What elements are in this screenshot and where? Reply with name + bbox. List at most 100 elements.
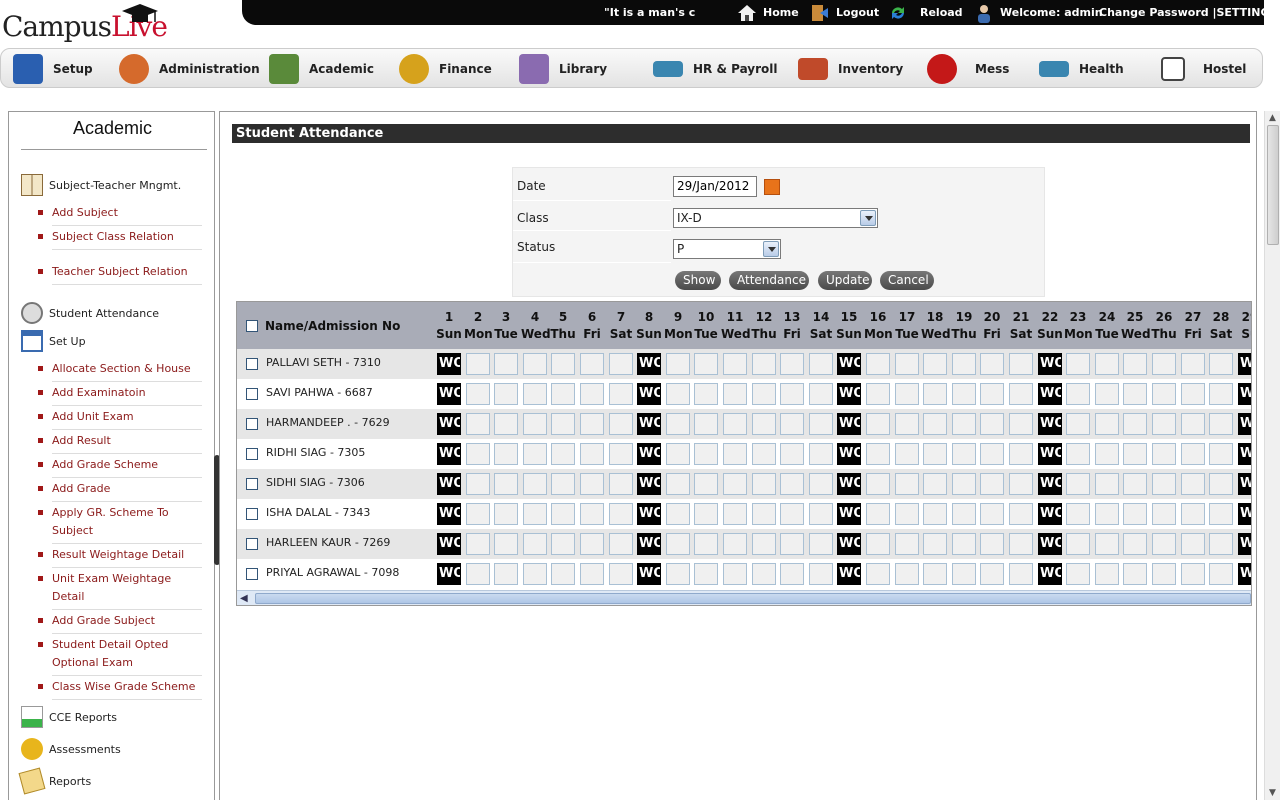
attendance-cell[interactable] bbox=[1181, 383, 1205, 405]
attendance-cell[interactable] bbox=[723, 443, 747, 465]
attendance-cell[interactable] bbox=[1152, 533, 1176, 555]
attendance-cell[interactable] bbox=[1209, 563, 1233, 585]
sidebar-link-add-grade-subject[interactable]: Add Grade Subject bbox=[38, 612, 202, 634]
attendance-cell[interactable] bbox=[666, 473, 690, 495]
select-all-checkbox[interactable] bbox=[246, 320, 258, 332]
attendance-cell[interactable] bbox=[1181, 503, 1205, 525]
attendance-cell[interactable] bbox=[780, 533, 804, 555]
attendance-cell[interactable] bbox=[1181, 443, 1205, 465]
attendance-cell[interactable] bbox=[895, 503, 919, 525]
attendance-cell[interactable] bbox=[809, 443, 833, 465]
attendance-cell[interactable] bbox=[809, 353, 833, 375]
attendance-cell[interactable] bbox=[980, 563, 1004, 585]
attendance-cell[interactable] bbox=[466, 563, 490, 585]
sidebar-link-add-grade-scheme[interactable]: Add Grade Scheme bbox=[38, 456, 202, 478]
attendance-cell[interactable] bbox=[466, 503, 490, 525]
sidebar-link-add-unit-exam[interactable]: Add Unit Exam bbox=[38, 408, 202, 430]
sidebar-section-subject-teacher[interactable]: Subject-Teacher Mngmt. bbox=[21, 174, 181, 196]
attendance-cell[interactable] bbox=[780, 353, 804, 375]
attendance-cell[interactable] bbox=[780, 443, 804, 465]
attendance-cell[interactable] bbox=[1209, 413, 1233, 435]
sidebar-link-class-wise-grade[interactable]: Class Wise Grade Scheme bbox=[38, 678, 202, 700]
attendance-cell[interactable] bbox=[1095, 563, 1119, 585]
attendance-cell[interactable] bbox=[1123, 353, 1147, 375]
attendance-cell[interactable] bbox=[494, 413, 518, 435]
student-checkbox[interactable] bbox=[246, 448, 258, 460]
attendance-cell[interactable] bbox=[466, 413, 490, 435]
attendance-cell[interactable] bbox=[1181, 473, 1205, 495]
attendance-cell[interactable] bbox=[494, 353, 518, 375]
attendance-cell[interactable] bbox=[609, 473, 633, 495]
attendance-cell[interactable] bbox=[694, 563, 718, 585]
attendance-cell[interactable] bbox=[723, 533, 747, 555]
attendance-cell[interactable] bbox=[466, 473, 490, 495]
attendance-cell[interactable] bbox=[752, 383, 776, 405]
attendance-cell[interactable] bbox=[523, 443, 547, 465]
attendance-cell[interactable] bbox=[523, 383, 547, 405]
attendance-cell[interactable] bbox=[609, 353, 633, 375]
nav-hostel[interactable]: Hostel bbox=[1161, 49, 1246, 89]
student-checkbox[interactable] bbox=[246, 418, 258, 430]
sidebar-section-cce-reports[interactable]: CCE Reports bbox=[21, 706, 117, 728]
attendance-cell[interactable] bbox=[923, 533, 947, 555]
attendance-cell[interactable] bbox=[1152, 383, 1176, 405]
attendance-cell[interactable] bbox=[723, 563, 747, 585]
sidebar-section-student-attendance[interactable]: Student Attendance bbox=[21, 302, 159, 324]
attendance-cell[interactable] bbox=[1009, 533, 1033, 555]
student-checkbox[interactable] bbox=[246, 358, 258, 370]
attendance-cell[interactable] bbox=[780, 503, 804, 525]
attendance-cell[interactable] bbox=[551, 563, 575, 585]
reload-link[interactable]: Reload bbox=[888, 0, 963, 25]
attendance-cell[interactable] bbox=[980, 353, 1004, 375]
attendance-cell[interactable] bbox=[580, 473, 604, 495]
attendance-cell[interactable] bbox=[923, 473, 947, 495]
attendance-cell[interactable] bbox=[866, 413, 890, 435]
attendance-cell[interactable] bbox=[523, 563, 547, 585]
attendance-cell[interactable] bbox=[1123, 413, 1147, 435]
attendance-cell[interactable] bbox=[752, 413, 776, 435]
sidebar-link-add-subject[interactable]: Add Subject bbox=[38, 204, 202, 226]
scroll-left-arrow-icon[interactable]: ◀ bbox=[240, 593, 248, 604]
attendance-cell[interactable] bbox=[752, 533, 776, 555]
attendance-cell[interactable] bbox=[609, 503, 633, 525]
sidebar-link-allocate-section[interactable]: Allocate Section & House bbox=[38, 360, 202, 382]
sidebar-link-student-detail-optional[interactable]: Student Detail Opted Optional Exam bbox=[38, 636, 202, 676]
horizontal-scrollbar[interactable]: ◀ bbox=[237, 590, 1251, 605]
class-select[interactable]: IX-D bbox=[673, 208, 878, 228]
status-select[interactable]: P bbox=[673, 239, 781, 259]
sidebar-link-add-examination[interactable]: Add Examinatoin bbox=[38, 384, 202, 406]
attendance-cell[interactable] bbox=[666, 503, 690, 525]
attendance-cell[interactable] bbox=[780, 473, 804, 495]
logout-link[interactable]: Logout bbox=[810, 0, 879, 25]
attendance-cell[interactable] bbox=[666, 413, 690, 435]
attendance-cell[interactable] bbox=[1181, 563, 1205, 585]
attendance-cell[interactable] bbox=[1009, 503, 1033, 525]
attendance-cell[interactable] bbox=[866, 443, 890, 465]
attendance-cell[interactable] bbox=[752, 473, 776, 495]
page-scroll-thumb[interactable] bbox=[1267, 125, 1279, 245]
attendance-cell[interactable] bbox=[980, 443, 1004, 465]
nav-finance[interactable]: Finance bbox=[399, 49, 492, 89]
attendance-cell[interactable] bbox=[580, 413, 604, 435]
attendance-cell[interactable] bbox=[1095, 503, 1119, 525]
attendance-cell[interactable] bbox=[609, 383, 633, 405]
attendance-cell[interactable] bbox=[952, 503, 976, 525]
attendance-cell[interactable] bbox=[523, 413, 547, 435]
attendance-cell[interactable] bbox=[1009, 563, 1033, 585]
attendance-cell[interactable] bbox=[809, 383, 833, 405]
attendance-cell[interactable] bbox=[895, 413, 919, 435]
attendance-cell[interactable] bbox=[809, 533, 833, 555]
attendance-cell[interactable] bbox=[1123, 473, 1147, 495]
attendance-cell[interactable] bbox=[723, 503, 747, 525]
attendance-cell[interactable] bbox=[1095, 353, 1119, 375]
attendance-cell[interactable] bbox=[1066, 533, 1090, 555]
attendance-cell[interactable] bbox=[923, 383, 947, 405]
attendance-cell[interactable] bbox=[923, 563, 947, 585]
attendance-cell[interactable] bbox=[895, 533, 919, 555]
attendance-cell[interactable] bbox=[551, 473, 575, 495]
attendance-button[interactable]: Attendance bbox=[729, 271, 809, 290]
attendance-cell[interactable] bbox=[551, 383, 575, 405]
scroll-down-arrow-icon[interactable]: ▼ bbox=[1269, 788, 1276, 798]
attendance-cell[interactable] bbox=[952, 413, 976, 435]
attendance-cell[interactable] bbox=[523, 353, 547, 375]
